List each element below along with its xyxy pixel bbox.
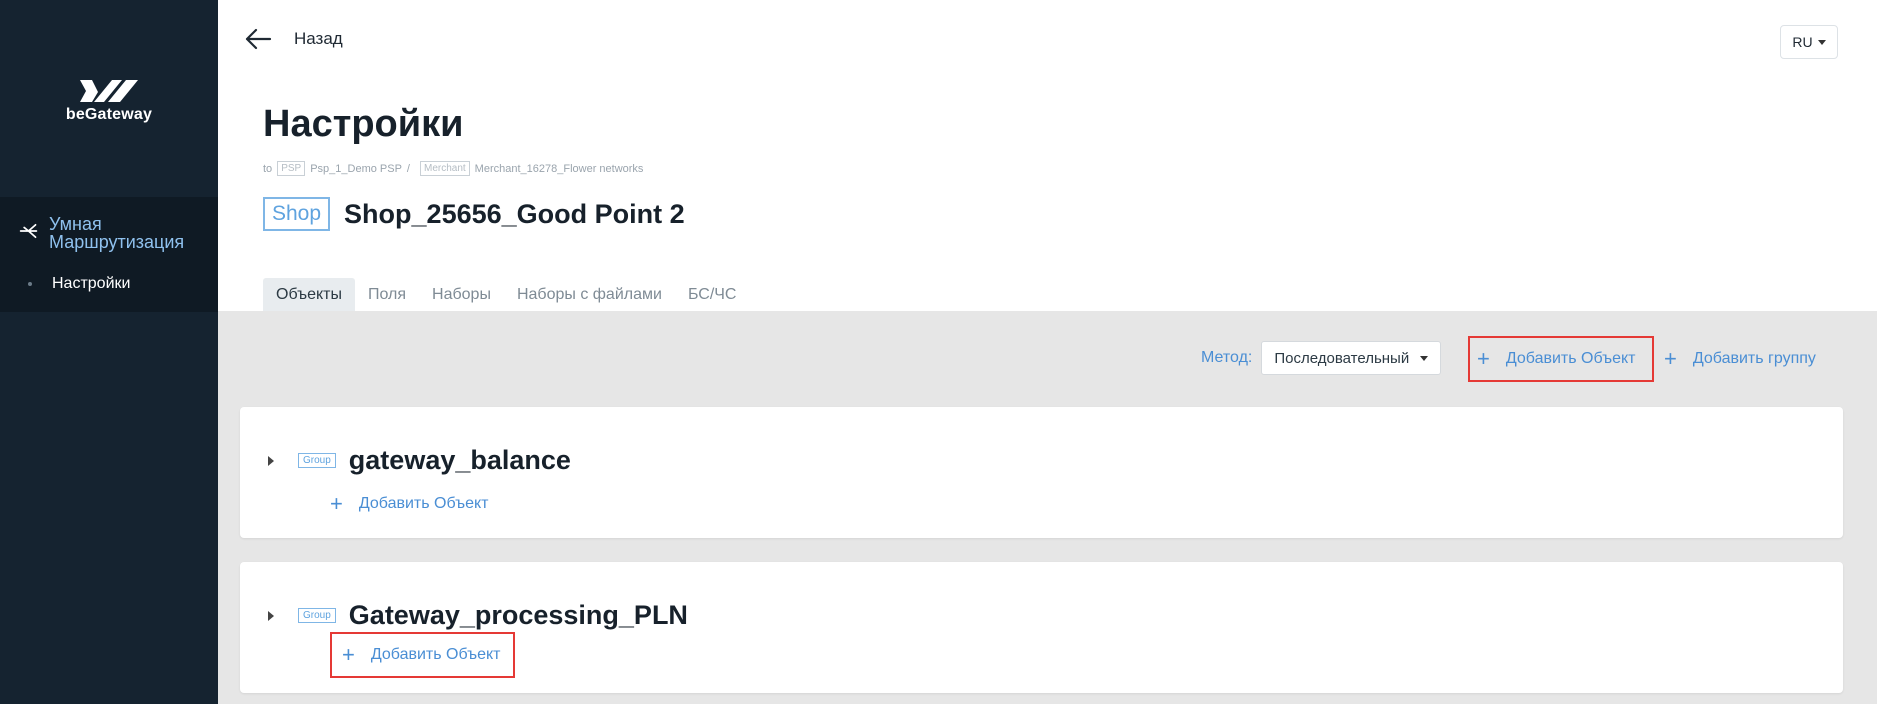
language-select[interactable]: RU	[1780, 25, 1838, 59]
page-title: Настройки	[263, 103, 464, 145]
breadcrumb-merchant[interactable]: Merchant_16278_Flower networks	[475, 163, 644, 175]
group-header: Group gateway_balance	[268, 445, 571, 476]
plus-icon: +	[342, 642, 355, 667]
plus-icon: +	[1664, 346, 1677, 371]
routing-icon	[19, 223, 38, 239]
group-header: Group Gateway_processing_PLN	[268, 600, 688, 631]
plus-icon: +	[1477, 346, 1490, 371]
add-object-label: Добавить Объект	[1505, 350, 1636, 367]
group-tag: Group	[298, 453, 336, 468]
method-value: Последовательный	[1274, 349, 1410, 367]
group-name: Gateway_processing_PLN	[348, 600, 688, 630]
tab-file-sets[interactable]: Наборы с файлами	[504, 278, 675, 311]
add-object-button[interactable]: + Добавить Объект	[1468, 336, 1654, 382]
group-add-object-button[interactable]: + Добавить Объект	[330, 493, 489, 515]
add-group-label: Добавить группу	[1692, 350, 1816, 367]
breadcrumb-psp[interactable]: Psp_1_Demo PSP	[310, 163, 402, 175]
breadcrumb-prefix: to	[263, 162, 273, 175]
sidebar-section-label: Умная Маршрутизация	[49, 214, 185, 252]
tab-bar: Объекты Поля Наборы Наборы с файлами БС/…	[263, 278, 749, 311]
tab-objects[interactable]: Объекты	[263, 278, 355, 311]
group-add-object-button[interactable]: + Добавить Объект	[330, 632, 515, 678]
back-button[interactable]: Назад	[244, 28, 343, 50]
group-name: gateway_balance	[348, 445, 571, 475]
shop-tag: Shop	[263, 197, 331, 231]
sidebar-item-label: Настройки	[52, 275, 131, 292]
method-toolbar: Метод: Последовательный	[1201, 341, 1442, 375]
plus-icon: +	[330, 491, 343, 516]
group-card: Group Gateway_processing_PLN + Добавить …	[240, 562, 1843, 693]
sidebar-item-smart-routing[interactable]: Умная Маршрутизация	[18, 215, 218, 251]
sidebar-section-smart-routing: Умная Маршрутизация Настройки	[0, 197, 218, 312]
psp-tag: PSP	[277, 161, 306, 176]
shop-heading: Shop Shop_25656_Good Point 2	[263, 197, 685, 231]
begateway-logo-icon	[80, 80, 138, 102]
tab-sets[interactable]: Наборы	[419, 278, 504, 311]
merchant-tag: Merchant	[419, 161, 470, 176]
group-tag: Group	[298, 608, 336, 623]
group-card: Group gateway_balance + Добавить Объект	[240, 407, 1843, 538]
tab-fields[interactable]: Поля	[355, 278, 419, 311]
breadcrumb-separator: /	[406, 162, 410, 175]
chevron-down-icon	[1420, 355, 1429, 361]
bullet-icon	[28, 282, 32, 286]
brand-logo[interactable]: beGateway	[0, 78, 218, 124]
expand-caret-icon[interactable]	[268, 455, 274, 466]
arrow-left-icon	[245, 28, 272, 50]
language-value: RU	[1792, 34, 1813, 50]
back-label: Назад	[294, 29, 343, 48]
breadcrumb: to PSP Psp_1_Demo PSP / Merchant Merchan…	[263, 161, 643, 176]
group-add-object-label: Добавить Объект	[358, 495, 489, 512]
shop-name: Shop_25656_Good Point 2	[344, 198, 685, 229]
tab-lists[interactable]: БС/ЧС	[675, 278, 750, 311]
brand-name: beGateway	[65, 106, 153, 123]
method-label: Метод:	[1201, 349, 1253, 366]
add-group-button[interactable]: + Добавить группу	[1664, 336, 1816, 382]
sidebar-item-settings[interactable]: Настройки	[28, 275, 130, 293]
method-select[interactable]: Последовательный	[1261, 341, 1442, 375]
sidebar: beGateway Умная Маршрутизация Настройки	[0, 0, 218, 704]
group-add-object-label: Добавить Объект	[370, 646, 501, 663]
expand-caret-icon[interactable]	[268, 610, 274, 621]
chevron-down-icon	[1817, 39, 1826, 45]
